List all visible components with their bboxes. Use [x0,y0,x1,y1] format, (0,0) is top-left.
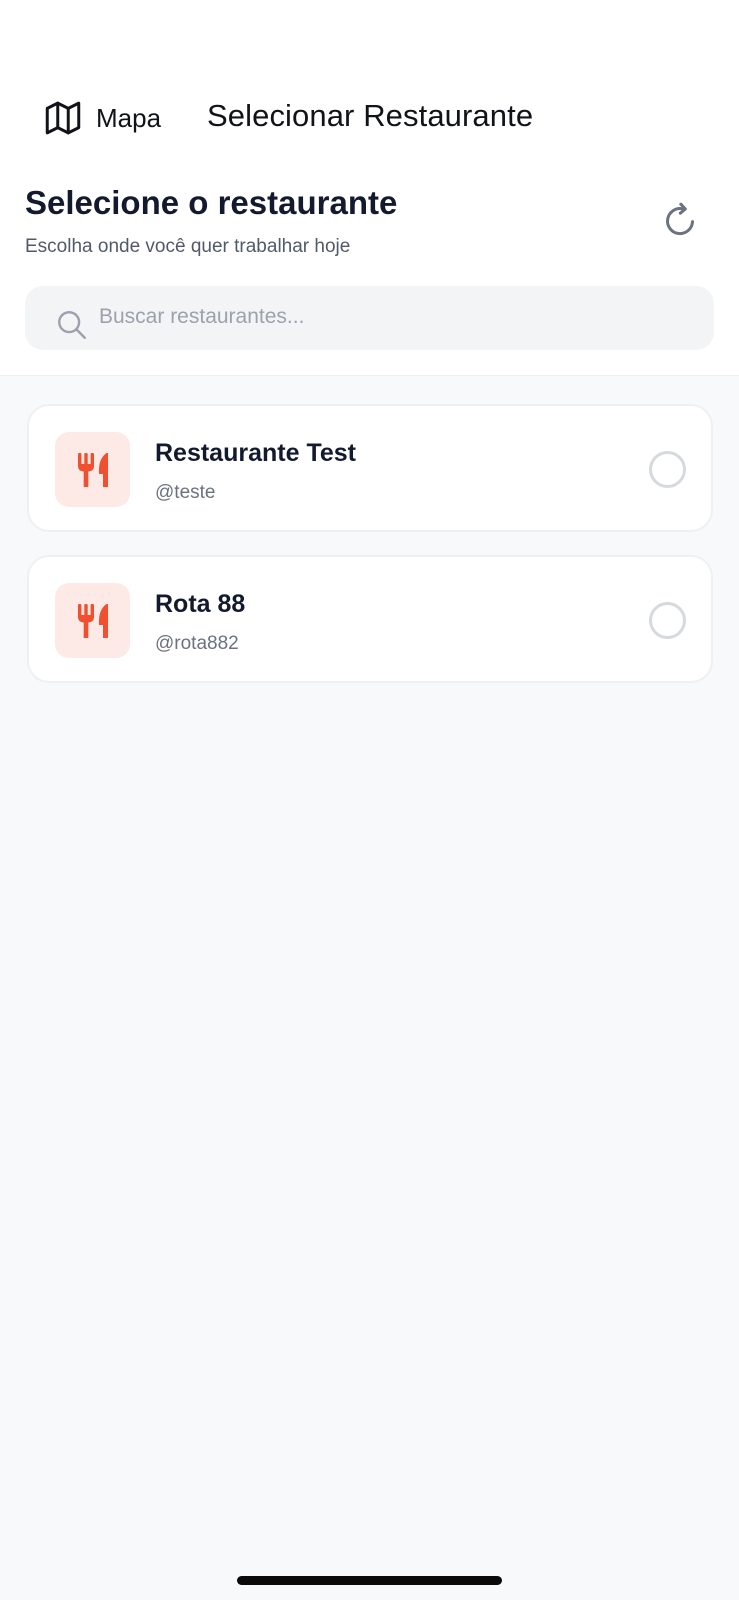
refresh-button[interactable] [660,200,700,240]
utensils-icon [73,601,113,641]
restaurant-avatar [55,432,130,507]
screen: Mapa Selecionar Restaurante Selecione o … [0,0,739,1600]
restaurant-handle: @rota882 [155,633,239,654]
map-icon [42,97,84,139]
search-icon [55,308,89,342]
restaurant-card[interactable]: Restaurante Test @teste [27,404,713,532]
back-to-map-button[interactable]: Mapa [42,96,161,140]
utensils-icon [73,450,113,490]
select-radio[interactable] [649,451,686,488]
section-subheading: Escolha onde você quer trabalhar hoje [25,236,351,257]
home-indicator[interactable] [237,1576,502,1585]
nav-bar: Mapa Selecionar Restaurante [0,88,739,148]
restaurant-handle: @teste [155,482,216,503]
back-label: Mapa [96,102,162,133]
page-title: Selecionar Restaurante [207,98,534,133]
restaurant-name: Rota 88 [155,590,246,618]
section-heading: Selecione o restaurante [25,184,398,221]
search-input[interactable] [99,286,689,350]
restaurant-card[interactable]: Rota 88 @rota882 [27,555,713,683]
select-radio[interactable] [649,602,686,639]
header-area: Mapa Selecionar Restaurante Selecione o … [0,0,739,376]
search-bar [25,286,714,350]
restaurant-name: Restaurante Test [155,439,356,467]
restaurant-avatar [55,583,130,658]
refresh-icon [660,200,700,240]
